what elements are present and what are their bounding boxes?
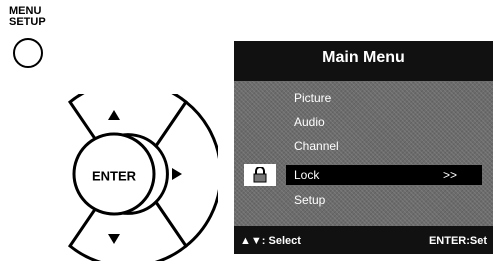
menu-item-lock[interactable]: Lock >> — [286, 165, 482, 185]
osd-title: Main Menu — [322, 49, 405, 66]
footer-select-hint: ▲▼: Select — [240, 235, 301, 247]
menu-item-picture[interactable]: Picture — [294, 91, 331, 105]
menu-setup-label: MENU SETUP — [9, 6, 46, 28]
enter-label: ENTER — [91, 168, 137, 184]
menu-item-setup[interactable]: Setup — [294, 193, 325, 207]
footer-enter-hint: ENTER:Set — [428, 235, 487, 247]
lock-arrow-indicator: >> — [442, 168, 457, 182]
lock-icon — [244, 164, 276, 186]
lock-label: Lock — [294, 168, 320, 182]
osd-panel: Main Menu Picture Audio Channel Lock >> … — [234, 41, 493, 254]
menu-label-line2: SETUP — [9, 16, 46, 28]
osd-header: Main Menu — [234, 41, 493, 81]
dpad: ENTER — [44, 79, 223, 266]
osd-footer: ▲▼: Select ENTER:Set — [234, 226, 493, 254]
lock-glyph — [253, 167, 267, 183]
menu-item-audio[interactable]: Audio — [294, 115, 325, 129]
menu-item-channel[interactable]: Channel — [294, 139, 339, 153]
menu-setup-button[interactable] — [13, 38, 43, 68]
